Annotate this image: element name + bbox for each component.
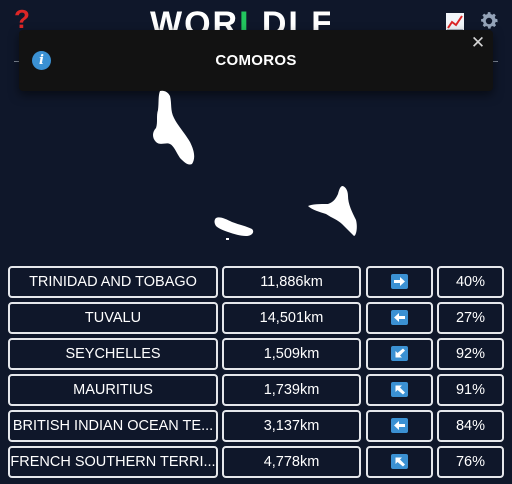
island-moheli-islet: [226, 238, 229, 240]
guess-country: BRITISH INDIAN OCEAN TE...: [8, 410, 218, 442]
guess-row: MAURITIUS 1,739km 91%: [8, 374, 504, 406]
island-grande-comore: [153, 90, 195, 165]
close-icon[interactable]: ✕: [470, 34, 486, 51]
guess-country: TRINIDAD AND TOBAGO: [8, 266, 218, 298]
guess-distance: 4,778km: [222, 446, 361, 478]
guess-distance: 14,501km: [222, 302, 361, 334]
guess-proximity-percent: 27%: [437, 302, 504, 334]
guess-distance: 1,509km: [222, 338, 361, 370]
arrow-up-left-icon: [391, 453, 408, 469]
guess-row: TRINIDAD AND TOBAGO 11,886km 40%: [8, 266, 504, 298]
arrow-right-icon: [391, 273, 408, 289]
guess-proximity-percent: 40%: [437, 266, 504, 298]
guess-row: BRITISH INDIAN OCEAN TE... 3,137km 84%: [8, 410, 504, 442]
guess-country: FRENCH SOUTHERN TERRI...: [8, 446, 218, 478]
guess-distance: 11,886km: [222, 266, 361, 298]
guess-row: FRENCH SOUTHERN TERRI... 4,778km 76%: [8, 446, 504, 478]
arrow-left-icon: [391, 417, 408, 433]
help-question-icon[interactable]: ?: [14, 6, 30, 32]
guess-country: MAURITIUS: [8, 374, 218, 406]
settings-gear-icon[interactable]: [478, 10, 500, 32]
guess-row: SEYCHELLES 1,509km 92%: [8, 338, 504, 370]
guess-direction: [366, 374, 433, 406]
guess-proximity-percent: 84%: [437, 410, 504, 442]
country-silhouette: [153, 90, 357, 240]
toast-answer-text: COMOROS: [215, 52, 297, 69]
guess-country: SEYCHELLES: [8, 338, 218, 370]
guess-direction: [366, 302, 433, 334]
arrow-left-icon: [391, 309, 408, 325]
guess-proximity-percent: 92%: [437, 338, 504, 370]
guess-distance: 3,137km: [222, 410, 361, 442]
guess-direction: [366, 446, 433, 478]
island-moheli: [214, 217, 254, 236]
island-anjouan: [308, 186, 357, 236]
guess-direction: [366, 266, 433, 298]
stats-chart-icon[interactable]: [445, 12, 465, 32]
guess-direction: [366, 410, 433, 442]
arrow-down-left-icon: [391, 345, 408, 361]
answer-toast: COMOROS i ✕: [19, 30, 493, 91]
info-icon: i: [32, 51, 51, 70]
guess-proximity-percent: 91%: [437, 374, 504, 406]
guess-row: TUVALU 14,501km 27%: [8, 302, 504, 334]
guess-proximity-percent: 76%: [437, 446, 504, 478]
arrow-up-left-icon: [391, 381, 408, 397]
guess-country: TUVALU: [8, 302, 218, 334]
guess-distance: 1,739km: [222, 374, 361, 406]
guess-direction: [366, 338, 433, 370]
